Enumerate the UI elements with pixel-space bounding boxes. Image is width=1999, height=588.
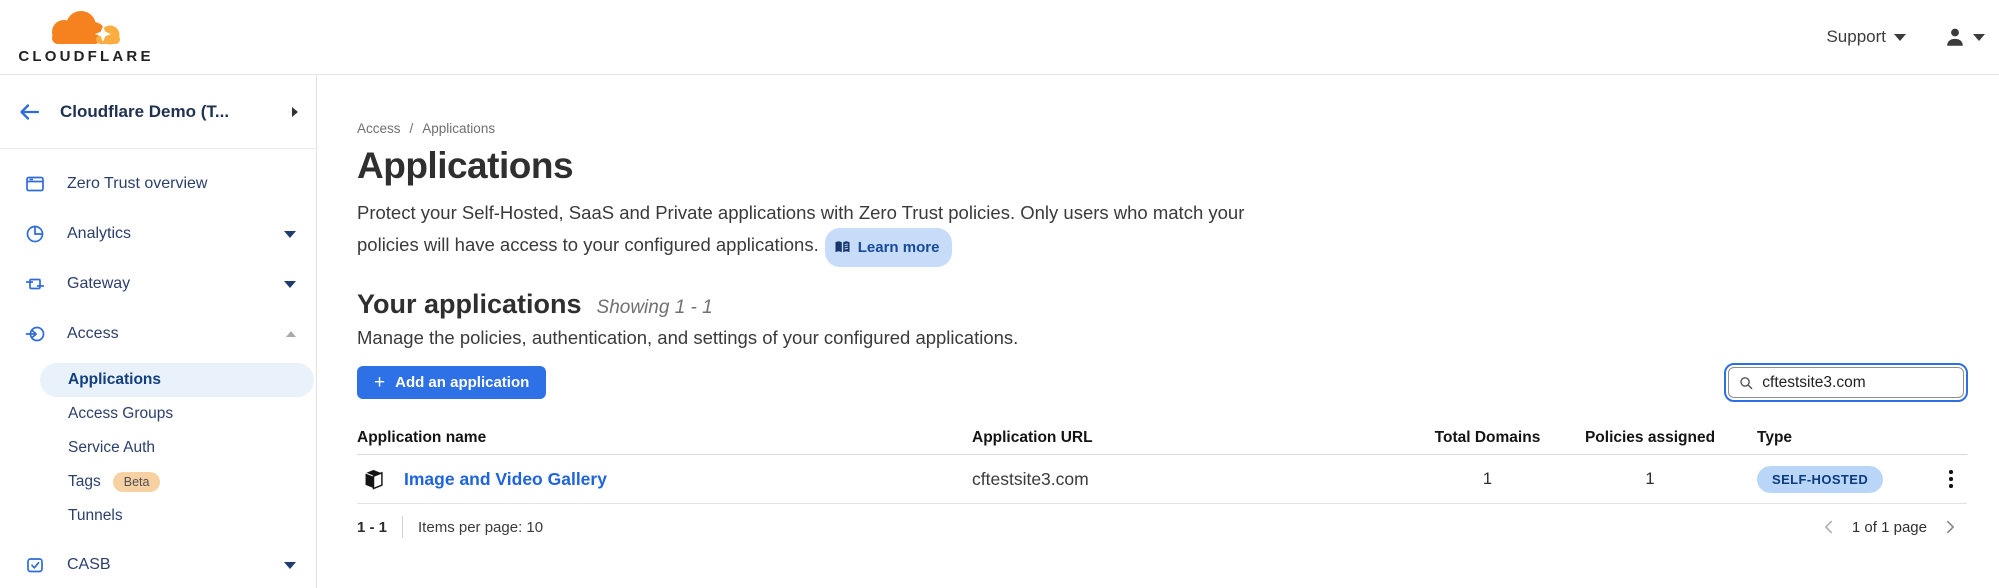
column-header-application-url: Application URL xyxy=(972,429,1420,447)
footer-divider xyxy=(402,516,403,538)
table-row: Image and Video Gallery cftestsite3.com … xyxy=(357,455,1967,504)
learn-more-label: Learn more xyxy=(858,232,940,263)
sidebar-item-applications[interactable]: Applications xyxy=(40,363,314,397)
column-header-type: Type xyxy=(1745,429,1935,447)
account-switcher[interactable]: Cloudflare Demo (T... xyxy=(0,75,316,149)
table-footer: 1 - 1 Items per page: 10 1 of 1 page xyxy=(357,504,1967,550)
sidebar-item-service-auth[interactable]: Service Auth xyxy=(0,431,316,465)
sidebar-item-label: Gateway xyxy=(67,275,262,293)
plus-icon: + xyxy=(374,373,385,392)
page-description: Protect your Self-Hosted, SaaS and Priva… xyxy=(357,197,1262,267)
chevron-down-icon xyxy=(284,281,296,288)
sidebar-item-label: Service Auth xyxy=(68,439,155,457)
breadcrumb-separator: / xyxy=(410,121,414,136)
breadcrumb-applications[interactable]: Applications xyxy=(422,121,495,136)
top-header-bar: CLOUDFLARE Support xyxy=(0,0,1999,75)
overview-window-icon xyxy=(25,174,45,194)
account-name: Cloudflare Demo (T... xyxy=(60,102,272,122)
application-name-link[interactable]: Image and Video Gallery xyxy=(404,469,607,490)
chevron-right-icon xyxy=(1941,518,1959,536)
sidebar-item-label: Zero Trust overview xyxy=(67,175,296,193)
cloudflare-wordmark: CLOUDFLARE xyxy=(18,48,153,65)
chevron-left-icon xyxy=(1820,518,1838,536)
access-login-icon xyxy=(25,324,45,344)
table-header-row: Application name Application URL Total D… xyxy=(357,421,1967,455)
casb-check-icon xyxy=(25,555,45,575)
book-icon xyxy=(834,240,851,255)
policies-assigned-value: 1 xyxy=(1555,470,1745,489)
search-input[interactable] xyxy=(1762,374,1953,392)
row-actions-kebab-menu[interactable] xyxy=(1945,466,1957,492)
toolbar: + Add an application xyxy=(357,366,1967,399)
sidebar-item-access[interactable]: Access xyxy=(0,309,316,359)
main-content: Access / Applications Applications Prote… xyxy=(317,75,1999,588)
sidebar-item-casb[interactable]: CASB xyxy=(0,540,316,588)
chevron-down-icon xyxy=(284,562,296,569)
application-url: cftestsite3.com xyxy=(972,469,1420,490)
pagination-range: 1 - 1 xyxy=(357,519,387,536)
sidebar-item-tags[interactable]: Tags Beta xyxy=(0,465,316,499)
section-title: Your applications xyxy=(357,289,582,320)
sidebar-item-label: Analytics xyxy=(67,225,262,243)
cloudflare-cloud-icon xyxy=(34,10,138,50)
search-icon xyxy=(1739,375,1753,391)
chevron-up-icon xyxy=(286,331,296,337)
sidebar-item-tunnels[interactable]: Tunnels xyxy=(0,499,316,533)
support-menu[interactable]: Support xyxy=(1826,27,1906,47)
page-description-text: Protect your Self-Hosted, SaaS and Priva… xyxy=(357,202,1244,255)
page-info: 1 of 1 page xyxy=(1852,519,1927,536)
user-icon xyxy=(1944,26,1966,48)
beta-badge: Beta xyxy=(113,472,161,492)
sidebar-item-label: Access xyxy=(67,325,264,343)
sidebar-item-analytics[interactable]: Analytics xyxy=(0,209,316,259)
access-submenu: Applications Access Groups Service Auth … xyxy=(0,363,316,533)
user-menu[interactable] xyxy=(1944,26,1985,48)
section-description: Manage the policies, authentication, and… xyxy=(357,327,1967,349)
chevron-down-icon xyxy=(1894,34,1906,41)
analytics-pie-icon xyxy=(25,224,45,244)
next-page-button[interactable] xyxy=(1941,518,1959,536)
type-badge: SELF-HOSTED xyxy=(1757,466,1883,493)
sidebar-item-label: Tunnels xyxy=(68,507,123,525)
sidebar-item-label: Applications xyxy=(68,371,161,389)
column-header-application-name: Application name xyxy=(357,429,972,447)
column-header-total-domains: Total Domains xyxy=(1420,429,1555,447)
chevron-right-icon xyxy=(292,107,298,117)
sidebar-item-label: CASB xyxy=(67,556,262,574)
sidebar-item-label: Tags xyxy=(68,473,101,491)
previous-page-button[interactable] xyxy=(1820,518,1838,536)
page-title: Applications xyxy=(357,145,1967,187)
add-application-label: Add an application xyxy=(395,374,529,391)
breadcrumb: Access / Applications xyxy=(357,121,1967,136)
total-domains-value: 1 xyxy=(1420,470,1555,489)
cloudflare-logo[interactable]: CLOUDFLARE xyxy=(18,10,154,65)
items-per-page: Items per page: 10 xyxy=(418,519,543,536)
sidebar-item-label: Access Groups xyxy=(68,405,173,423)
learn-more-button[interactable]: Learn more xyxy=(825,228,953,267)
sidebar-item-gateway[interactable]: Gateway xyxy=(0,259,316,309)
application-cube-icon xyxy=(360,465,387,493)
chevron-down-icon xyxy=(284,231,296,238)
back-arrow-icon[interactable] xyxy=(18,102,40,122)
showing-count: Showing 1 - 1 xyxy=(597,297,713,319)
sidebar-item-access-groups[interactable]: Access Groups xyxy=(0,397,316,431)
sidebar: Cloudflare Demo (T... Zero Trust overvie… xyxy=(0,75,317,588)
gateway-icon xyxy=(25,274,45,294)
support-label: Support xyxy=(1826,27,1886,47)
sidebar-item-zero-trust-overview[interactable]: Zero Trust overview xyxy=(0,159,316,209)
chevron-down-icon xyxy=(1973,34,1985,41)
column-header-policies-assigned: Policies assigned xyxy=(1555,429,1745,447)
search-box[interactable] xyxy=(1728,367,1964,398)
applications-table: Application name Application URL Total D… xyxy=(357,421,1967,550)
add-application-button[interactable]: + Add an application xyxy=(357,366,546,399)
breadcrumb-access[interactable]: Access xyxy=(357,121,401,136)
